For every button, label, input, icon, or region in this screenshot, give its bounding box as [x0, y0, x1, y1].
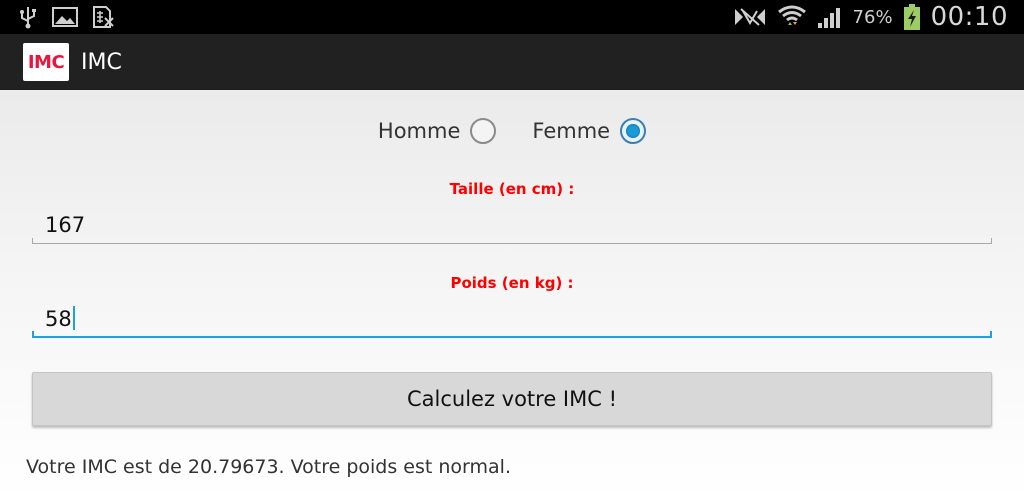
- weight-value: 58: [45, 307, 72, 331]
- gender-radio-group: Homme Femme: [0, 118, 1024, 144]
- wifi-icon: [777, 4, 807, 30]
- height-input[interactable]: 167: [32, 208, 992, 244]
- radio-button-femme[interactable]: [620, 118, 647, 144]
- weight-input[interactable]: 58: [32, 302, 992, 338]
- battery-percent: 76%: [852, 6, 893, 28]
- height-value: 167: [45, 213, 86, 237]
- radio-button-homme[interactable]: [470, 118, 497, 144]
- usb-icon: [18, 5, 38, 29]
- app-logo[interactable]: IMC: [23, 43, 69, 81]
- status-bar: 76% 00:10: [0, 0, 1024, 34]
- radio-label-femme: Femme: [532, 119, 611, 143]
- weight-label: Poids (en kg) :: [450, 274, 574, 292]
- image-icon: [52, 6, 78, 28]
- nfc-icon: [733, 5, 767, 29]
- result-text: Votre IMC est de 20.79673. Votre poids e…: [26, 456, 512, 478]
- weight-input-underline: [32, 331, 992, 338]
- battery-charging-icon: [903, 3, 921, 31]
- text-cursor: [72, 306, 75, 330]
- height-label: Taille (en cm) :: [449, 180, 575, 198]
- action-bar: IMC IMC: [0, 34, 1024, 90]
- height-input-underline: [32, 238, 992, 244]
- signal-icon: [817, 5, 843, 29]
- radio-option-homme[interactable]: Homme: [377, 118, 497, 144]
- radio-label-homme: Homme: [377, 119, 461, 143]
- app-title: IMC: [81, 49, 122, 75]
- clock: 00:10: [930, 2, 1008, 32]
- radio-option-femme[interactable]: Femme: [532, 118, 647, 144]
- calculate-button[interactable]: Calculez votre IMC !: [32, 372, 992, 426]
- sim-icon: [92, 5, 116, 29]
